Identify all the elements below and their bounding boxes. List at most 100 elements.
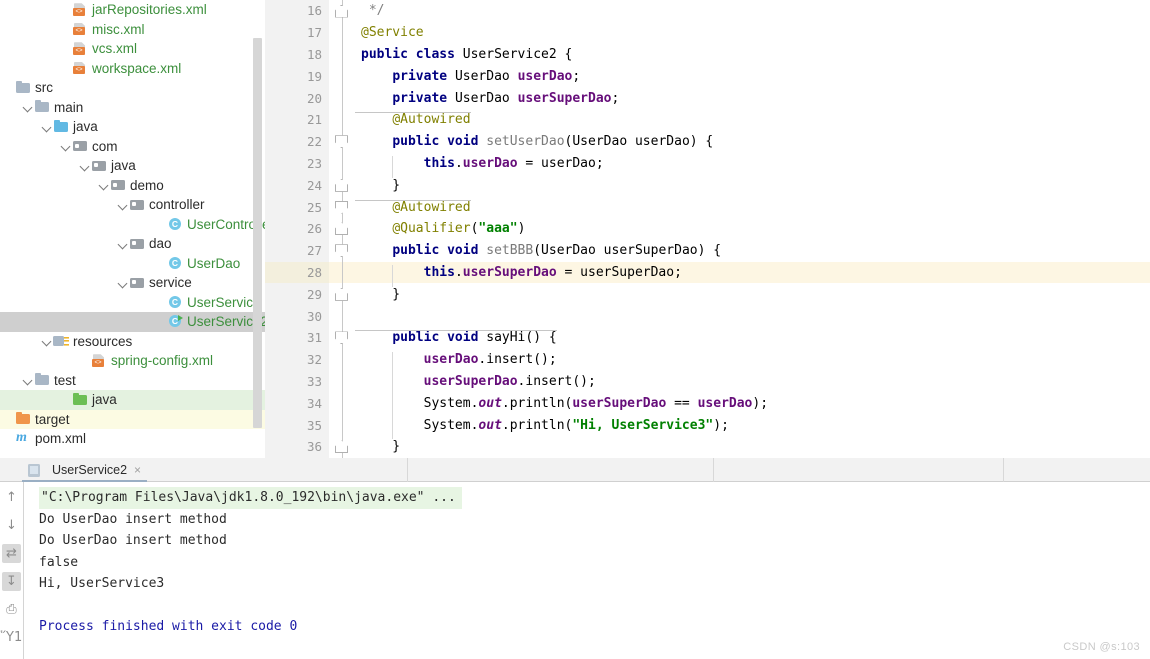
tree-item-main[interactable]: main <box>0 98 265 118</box>
code-line[interactable]: 34 System.out.println(userSuperDao == us… <box>265 392 1150 418</box>
fold-gutter[interactable] <box>329 392 355 415</box>
code-line[interactable]: 31 public void sayHi() { <box>265 326 1150 349</box>
tree-item-java[interactable]: java <box>0 117 265 137</box>
tree-item-vcs-xml[interactable]: vcs.xml <box>0 39 265 59</box>
fold-gutter[interactable] <box>329 261 355 284</box>
fold-end-icon[interactable] <box>335 178 348 192</box>
fold-gutter[interactable] <box>329 65 355 88</box>
fold-end-icon[interactable] <box>335 440 348 454</box>
chevron-down-icon[interactable] <box>21 101 34 114</box>
chevron-down-icon[interactable] <box>116 198 129 211</box>
fold-gutter[interactable] <box>329 326 355 349</box>
code-editor-pane[interactable]: 16 */17 @Service 18 public class UserServic… <box>265 0 1150 458</box>
tree-item-spring-config-xml[interactable]: spring-config.xml <box>0 351 265 371</box>
chevron-down-icon[interactable] <box>40 120 53 133</box>
fold-end-icon[interactable] <box>335 4 348 18</box>
rerun-up-icon[interactable]: ↑ <box>2 488 21 507</box>
tree-item-usercontroller[interactable]: UserController <box>0 215 265 235</box>
soft-wrap-icon[interactable]: ⇄ <box>2 544 21 563</box>
fold-end-icon[interactable] <box>335 222 348 236</box>
fold-gutter[interactable] <box>329 43 355 66</box>
fold-gutter[interactable] <box>329 217 355 240</box>
code-line[interactable]: 28 this.userSuperDao = userSuperDao; <box>265 261 1150 287</box>
tree-item-misc-xml[interactable]: misc.xml <box>0 20 265 40</box>
fold-gutter[interactable] <box>329 414 355 436</box>
project-tree-scrollbar[interactable] <box>253 38 262 428</box>
fold-start-icon[interactable] <box>335 244 348 258</box>
fold-gutter[interactable] <box>329 108 355 131</box>
fold-gutter[interactable] <box>329 239 355 262</box>
tree-item-com[interactable]: com <box>0 137 265 157</box>
print-icon[interactable]: ⎙ <box>2 600 21 619</box>
tree-item-test[interactable]: test <box>0 371 265 391</box>
project-tool-window[interactable]: jarRepositories.xml misc.xml vcs.xml worksp… <box>0 0 265 458</box>
fold-end-icon[interactable] <box>335 287 348 301</box>
console-output[interactable]: "C:\Program Files\Java\jdk1.8.0_192\bin\… <box>25 482 1150 659</box>
code-line[interactable]: 18 public class UserService2 { <box>265 43 1150 66</box>
fold-gutter[interactable] <box>329 305 355 327</box>
code-line[interactable]: 26 @Qualifier("aaa") <box>265 217 1150 240</box>
tree-item-service[interactable]: service <box>0 273 265 293</box>
fold-gutter[interactable] <box>329 152 355 175</box>
code-line[interactable]: 17 @Service <box>265 21 1150 44</box>
code-line[interactable]: 25 @Autowired <box>265 196 1150 218</box>
xml-file-icon <box>72 41 89 56</box>
fold-gutter[interactable] <box>329 87 355 109</box>
tree-item-workspace-xml[interactable]: workspace.xml <box>0 59 265 79</box>
code-line[interactable]: 19 private UserDao userDao; <box>265 65 1150 88</box>
fold-start-icon[interactable] <box>335 331 348 345</box>
chevron-down-icon[interactable] <box>116 237 129 250</box>
code-line[interactable]: 33 userSuperDao.insert(); <box>265 370 1150 396</box>
fold-start-icon[interactable] <box>335 200 348 214</box>
tree-item-jarrepositories-xml[interactable]: jarRepositories.xml <box>0 0 265 20</box>
chevron-down-icon[interactable] <box>116 276 129 289</box>
code-line[interactable]: 30 <box>265 305 1150 327</box>
fold-gutter[interactable] <box>329 21 355 44</box>
tree-item-dao[interactable]: dao <box>0 234 265 254</box>
fold-gutter[interactable] <box>329 370 355 393</box>
code-line[interactable]: 24 } <box>265 174 1150 197</box>
code-line[interactable]: 32 userDao.insert(); <box>265 348 1150 374</box>
fold-gutter[interactable] <box>329 174 355 197</box>
fold-gutter[interactable] <box>329 435 355 458</box>
scroll-to-end-icon[interactable]: ↧ <box>2 572 21 591</box>
tree-item-target[interactable]: target <box>0 409 265 429</box>
close-icon[interactable]: × <box>134 463 141 477</box>
code-line[interactable]: 21 @Autowired <box>265 108 1150 131</box>
tree-item-java[interactable]: java <box>0 156 265 176</box>
code-line[interactable]: 23 this.userDao = userDao; <box>265 152 1150 178</box>
tree-item-userservice2[interactable]: UserService2 <box>0 312 265 332</box>
chevron-down-icon[interactable] <box>40 335 53 348</box>
chevron-down-icon[interactable] <box>59 140 72 153</box>
fold-gutter[interactable] <box>329 196 355 218</box>
console-toolbar[interactable]: ↑ ↓ ⇄ ↧ ⎙ Ὕ1 <box>0 482 24 659</box>
tree-item-resources[interactable]: resources <box>0 332 265 352</box>
code-line[interactable]: 36 } <box>265 435 1150 458</box>
line-number: 30 <box>265 305 329 327</box>
tree-item-java[interactable]: java <box>0 390 265 410</box>
rerun-down-icon[interactable]: ↓ <box>2 516 21 535</box>
code-line[interactable]: 16 */ <box>265 0 1150 22</box>
code-line[interactable]: 20 private UserDao userSuperDao; <box>265 87 1150 109</box>
chevron-down-icon[interactable] <box>21 374 34 387</box>
tree-item-controller[interactable]: controller <box>0 195 265 215</box>
tree-item-pom-xml[interactable]: pom.xml <box>0 429 265 449</box>
code-line[interactable]: 35 System.out.println("Hi, UserService3"… <box>265 414 1150 440</box>
code-line[interactable]: 22 public void setUserDao(UserDao userDa… <box>265 130 1150 153</box>
fold-gutter[interactable] <box>329 0 355 22</box>
chevron-down-icon[interactable] <box>97 179 110 192</box>
tree-item-src[interactable]: src <box>0 78 265 98</box>
fold-gutter[interactable] <box>329 130 355 153</box>
tree-item-userdao[interactable]: UserDao <box>0 254 265 274</box>
run-tab-userservice2[interactable]: UserService2 × <box>22 458 148 482</box>
trash-icon[interactable]: Ὕ1 <box>1 628 22 647</box>
tree-item-demo[interactable]: demo <box>0 176 265 196</box>
run-tool-window[interactable]: UserService2 × ↑ ↓ ⇄ ↧ ⎙ Ὕ1 "C:\Program Files… <box>0 458 1150 659</box>
fold-start-icon[interactable] <box>335 135 348 149</box>
code-line[interactable]: 27 public void setBBB(UserDao userSuperD… <box>265 239 1150 262</box>
chevron-down-icon[interactable] <box>78 159 91 172</box>
fold-gutter[interactable] <box>329 283 355 306</box>
fold-gutter[interactable] <box>329 348 355 371</box>
tree-item-userservice[interactable]: UserService <box>0 293 265 313</box>
code-line[interactable]: 29 } <box>265 283 1150 306</box>
